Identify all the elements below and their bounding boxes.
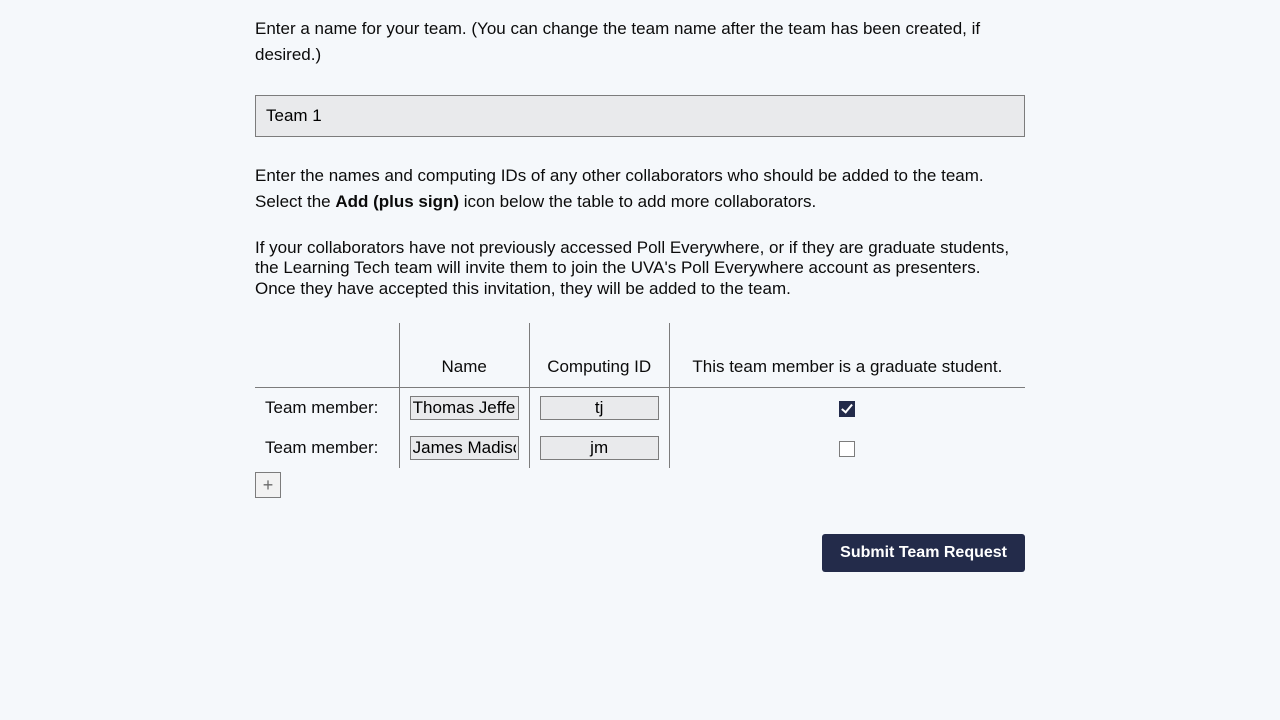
team-name-input[interactable] <box>255 95 1025 137</box>
collaborators-instruction-1: Enter the names and computing IDs of any… <box>255 163 1025 214</box>
header-grad: This team member is a graduate student. <box>669 323 1025 388</box>
header-blank <box>255 323 399 388</box>
add-row-button[interactable]: + <box>255 472 281 498</box>
collab-instr-text-c: icon below the table to add more collabo… <box>459 192 816 211</box>
collaborators-table: Name Computing ID This team member is a … <box>255 323 1025 468</box>
member-name-input[interactable] <box>410 436 519 460</box>
header-computing-id: Computing ID <box>529 323 669 388</box>
form-page: Enter a name for your team. (You can cha… <box>255 0 1025 612</box>
actions-bar: Submit Team Request <box>255 534 1025 572</box>
submit-button[interactable]: Submit Team Request <box>822 534 1025 572</box>
table-row: Team member: <box>255 388 1025 429</box>
grad-checkbox[interactable] <box>839 441 855 457</box>
collaborators-instruction-2: If your collaborators have not previousl… <box>255 238 1025 299</box>
team-name-instruction: Enter a name for your team. (You can cha… <box>255 16 1025 67</box>
table-row: Team member: <box>255 428 1025 468</box>
grad-checkbox[interactable] <box>839 401 855 417</box>
member-computing-id-input[interactable] <box>540 396 659 420</box>
row-label: Team member: <box>255 428 399 468</box>
plus-icon: + <box>263 475 274 495</box>
header-name: Name <box>399 323 529 388</box>
member-name-input[interactable] <box>410 396 519 420</box>
collab-instr-bold: Add (plus sign) <box>335 192 459 211</box>
row-label: Team member: <box>255 388 399 429</box>
table-header-row: Name Computing ID This team member is a … <box>255 323 1025 388</box>
member-computing-id-input[interactable] <box>540 436 659 460</box>
